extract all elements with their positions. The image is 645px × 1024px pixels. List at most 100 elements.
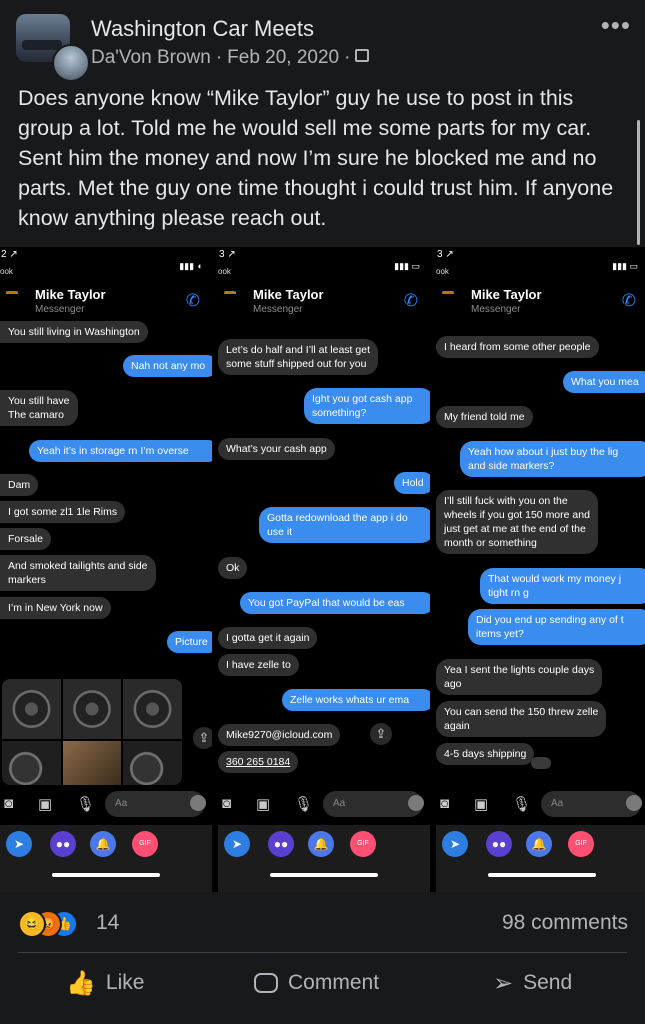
send-button[interactable]: ➢ Send — [493, 966, 572, 1000]
gallery-icon[interactable]: ▣ — [256, 795, 270, 813]
chat-header: Mike Taylor Messenger ✆ — [218, 283, 430, 323]
gif-icon[interactable]: GIF — [568, 831, 594, 857]
home-indicator[interactable] — [488, 873, 596, 877]
rim-photo[interactable] — [123, 679, 182, 739]
microphone-icon[interactable]: 🎙 — [512, 795, 531, 813]
comment-bubble-icon — [254, 973, 278, 993]
share-icon[interactable]: ⇪ — [193, 727, 212, 749]
send-label: Send — [523, 971, 573, 994]
reaction-count[interactable]: 14 — [96, 911, 119, 935]
author-name[interactable]: Da'Von Brown — [91, 47, 211, 68]
post-text: Does anyone know “Mike Taylor” guy he us… — [18, 86, 614, 230]
contact-name: Mike Taylor — [35, 287, 106, 302]
emoji-icon[interactable] — [626, 795, 642, 811]
message-reaction[interactable] — [531, 757, 551, 769]
post-date[interactable]: Feb 20, 2020 — [227, 47, 339, 68]
phone-number-message[interactable]: 360 265 0184 — [218, 751, 299, 773]
gif-icon[interactable]: GIF — [350, 831, 376, 857]
scrollbar[interactable] — [637, 120, 640, 245]
notification-icon[interactable]: 🔔 — [526, 831, 552, 857]
avatar-stack[interactable] — [16, 14, 90, 82]
rim-photo[interactable] — [123, 741, 182, 785]
rim-photo[interactable] — [62, 741, 122, 785]
send-arrow-icon: ➢ — [493, 969, 514, 997]
message-in: Ok — [218, 557, 248, 579]
message-out: Picture — [167, 631, 212, 653]
camera-icon[interactable]: ◙ — [222, 795, 231, 812]
contact-name: Mike Taylor — [253, 287, 324, 302]
notification-icon[interactable]: 🔔 — [308, 831, 334, 857]
contact-subtitle: Messenger — [471, 304, 521, 315]
camera-icon[interactable]: ◙ — [440, 795, 449, 812]
message-out: Hold — [394, 472, 430, 494]
screenshot-1[interactable]: 2 ↗ ook ▮▮▮ ◖ Mike Taylor Messenger ✆ Yo… — [0, 247, 212, 892]
message-in: I gotta get it again — [218, 627, 318, 649]
emoji-icon[interactable] — [408, 795, 424, 811]
rim-photo[interactable] — [2, 679, 61, 739]
group-members-icon — [355, 49, 370, 63]
user-avatar[interactable] — [52, 44, 90, 82]
gallery-icon[interactable]: ▣ — [38, 795, 52, 813]
phone-icon[interactable]: ✆ — [622, 291, 636, 311]
meta-separator-2: · — [344, 47, 351, 68]
message-out: Ight you got cash app something? — [304, 388, 430, 424]
notification-icon[interactable]: 🔔 — [90, 831, 116, 857]
comment-button[interactable]: Comment — [254, 966, 379, 1000]
app-dock: ➤ ●● 🔔 GIF — [0, 825, 212, 892]
game-icon[interactable]: ●● — [268, 831, 294, 857]
like-button[interactable]: 👍 Like — [66, 966, 144, 1000]
message-in: My friend told me — [436, 406, 533, 428]
email-message[interactable]: Mike9270@icloud.com — [218, 724, 341, 746]
home-indicator[interactable] — [52, 873, 160, 877]
share-icon[interactable]: ⇪ — [370, 723, 392, 745]
game-icon[interactable]: ●● — [50, 831, 76, 857]
home-indicator[interactable] — [270, 873, 378, 877]
game-icon[interactable]: ●● — [486, 831, 512, 857]
rims-photo-grid[interactable] — [2, 679, 182, 785]
microphone-icon[interactable]: 🎙 — [76, 795, 95, 813]
screenshot-collage[interactable]: 2 ↗ ook ▮▮▮ ◖ Mike Taylor Messenger ✆ Yo… — [0, 247, 645, 892]
screenshot-2[interactable]: 3 ↗ ook ▮▮▮ ▭ Mike Taylor Messenger ✆ Le… — [218, 247, 430, 892]
screenshot-3[interactable]: 3 ↗ ook ▮▮▮ ▭ Mike Taylor Messenger ✆ I … — [436, 247, 645, 892]
meta-separator: · — [215, 47, 223, 68]
rim-photo[interactable] — [2, 741, 61, 785]
emoji-icon[interactable] — [190, 795, 206, 811]
back-icon[interactable] — [224, 291, 236, 297]
message-in: I’ll still fuck with you on the wheels i… — [436, 490, 598, 554]
message-out: Did you end up sending any of t items ye… — [468, 609, 645, 645]
like-label: Like — [105, 971, 145, 994]
comments-count[interactable]: 98 comments — [502, 911, 628, 935]
message-in: I have zelle to — [218, 654, 299, 676]
microphone-icon[interactable]: 🎙 — [294, 795, 313, 813]
message-in: Yea I sent the lights couple days ago — [436, 659, 603, 695]
app-dock: ➤ ●● 🔔 GIF — [218, 825, 430, 892]
message-out: You got PayPal that would be eas — [240, 592, 430, 614]
divider — [18, 952, 627, 953]
signal-icon: ▮▮▮ ▭ — [394, 261, 420, 271]
status-app: ook — [218, 267, 231, 276]
telegram-icon[interactable]: ➤ — [224, 831, 250, 857]
comment-label: Comment — [288, 971, 380, 994]
composer-bar: ◙ ▣ 🎙 Aa — [0, 787, 212, 823]
rim-photo[interactable] — [62, 679, 122, 739]
group-name[interactable]: Washington Car Meets — [91, 16, 314, 42]
gallery-icon[interactable]: ▣ — [474, 795, 488, 813]
telegram-icon[interactable]: ➤ — [6, 831, 32, 857]
gif-icon[interactable]: GIF — [132, 831, 158, 857]
more-options-button[interactable]: ••• — [601, 10, 631, 41]
status-time: 3 ↗ — [219, 249, 236, 260]
message-in: Let’s do half and I’ll at least get some… — [218, 339, 378, 375]
message-out: Yeah it’s in storage rn I’m overse — [29, 440, 212, 462]
back-icon[interactable] — [442, 291, 454, 297]
contact-subtitle: Messenger — [253, 304, 303, 315]
camera-icon[interactable]: ◙ — [4, 795, 13, 812]
status-time: 3 ↗ — [437, 249, 454, 260]
message-out: That would work my money j tight rn g — [480, 568, 645, 604]
telegram-icon[interactable]: ➤ — [442, 831, 468, 857]
phone-icon[interactable]: ✆ — [404, 291, 418, 311]
chat-header: Mike Taylor Messenger ✆ — [436, 283, 645, 323]
phone-icon[interactable]: ✆ — [186, 291, 200, 311]
back-icon[interactable] — [6, 291, 18, 297]
signal-icon: ▮▮▮ ◖ — [179, 261, 202, 271]
message-in: 4-5 days shipping — [436, 743, 535, 765]
